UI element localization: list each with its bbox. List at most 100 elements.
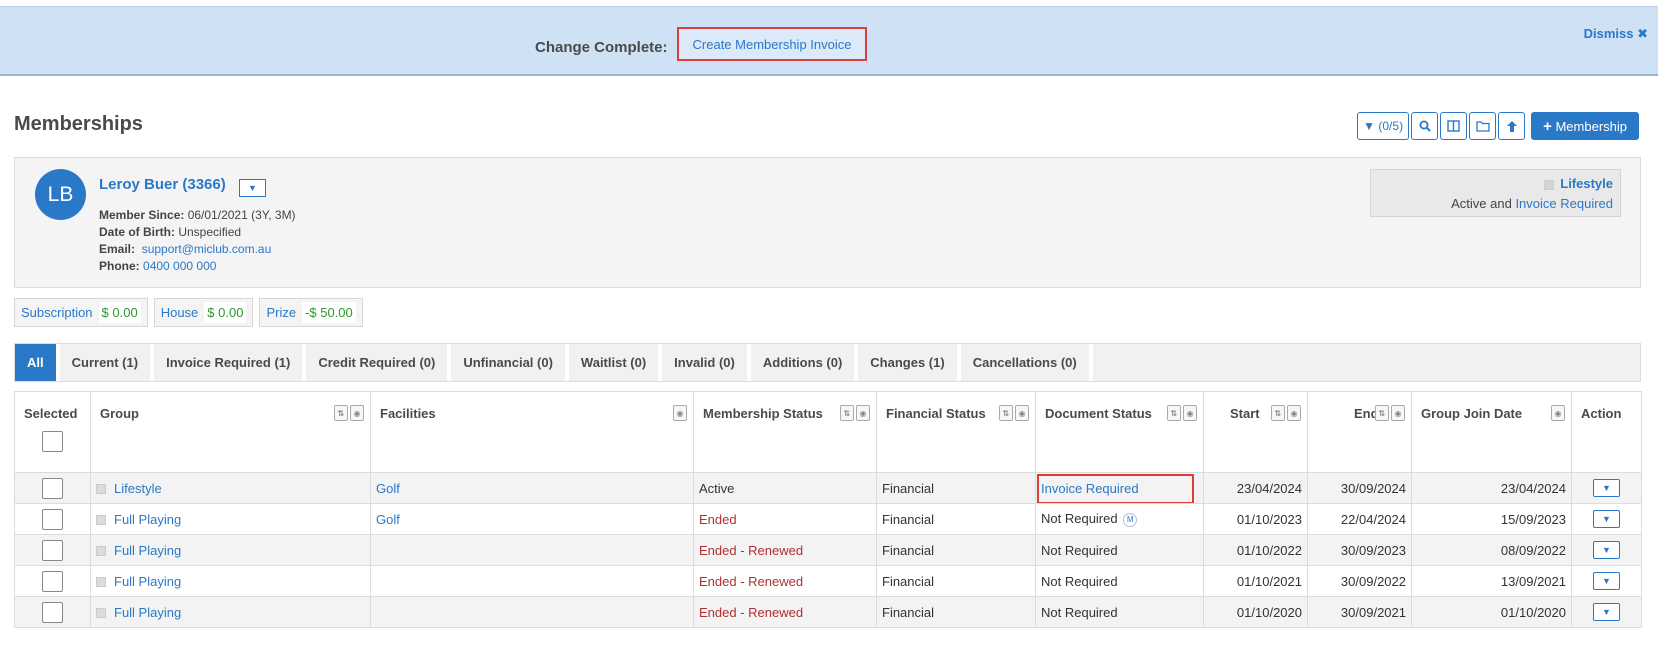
sort-icon[interactable]: ⇅ bbox=[334, 405, 348, 421]
eye-icon[interactable]: ◉ bbox=[1391, 405, 1405, 421]
eye-icon[interactable]: ◉ bbox=[1551, 405, 1565, 421]
tab-current[interactable]: Current (1) bbox=[60, 344, 155, 381]
balance-prize[interactable]: Prize -$ 50.00 bbox=[259, 298, 363, 327]
table-row: Lifestyle Golf Active Financial Invoice … bbox=[14, 472, 1642, 504]
member-name-link[interactable]: Leroy Buer (3366) bbox=[99, 176, 226, 193]
row-action-dropdown[interactable]: ▼ bbox=[1593, 572, 1620, 590]
group-link[interactable]: Full Playing bbox=[114, 605, 181, 620]
header-end: End ⇅ ◉ bbox=[1307, 391, 1412, 473]
row-action-dropdown[interactable]: ▼ bbox=[1593, 479, 1620, 497]
member-card: LB Leroy Buer (3366) ▼ Member Since: 06/… bbox=[14, 157, 1641, 288]
tab-credit-required[interactable]: Credit Required (0) bbox=[306, 344, 452, 381]
end-date: 22/04/2024 bbox=[1340, 511, 1406, 527]
eye-icon[interactable]: ◉ bbox=[350, 405, 364, 421]
tab-changes[interactable]: Changes (1) bbox=[858, 344, 961, 381]
header-financial-status: Financial Status ⇅ ◉ bbox=[876, 391, 1036, 473]
sort-icon[interactable]: ⇅ bbox=[1167, 405, 1181, 421]
phone-link[interactable]: 0400 000 000 bbox=[143, 259, 216, 273]
header-membership-status: Membership Status ⇅ ◉ bbox=[693, 391, 877, 473]
document-status-link[interactable]: Invoice Required bbox=[1041, 481, 1139, 496]
folder-icon bbox=[1475, 121, 1490, 132]
eye-icon[interactable]: ◉ bbox=[1015, 405, 1029, 421]
group-color-swatch bbox=[96, 608, 106, 619]
folder-button[interactable] bbox=[1469, 112, 1497, 140]
header-label: Facilities bbox=[380, 406, 436, 421]
member-since-label: Member Since: bbox=[99, 208, 185, 222]
eye-icon[interactable]: ◉ bbox=[673, 405, 687, 421]
header-label: Financial Status bbox=[886, 406, 986, 421]
row-checkbox[interactable] bbox=[42, 477, 63, 499]
end-date: 30/09/2021 bbox=[1340, 604, 1406, 620]
eye-icon[interactable]: ◉ bbox=[1287, 405, 1301, 421]
create-membership-invoice-link[interactable]: Create Membership Invoice bbox=[677, 27, 867, 61]
caret-down-icon: ▼ bbox=[248, 183, 257, 193]
tab-invalid[interactable]: Invalid (0) bbox=[662, 344, 751, 381]
sort-icon[interactable]: ⇅ bbox=[840, 405, 854, 421]
tab-waitlist[interactable]: Waitlist (0) bbox=[569, 344, 663, 381]
group-color-swatch bbox=[1544, 179, 1555, 190]
membership-status-box: Lifestyle Active and Invoice Required bbox=[1370, 169, 1621, 217]
add-membership-button[interactable]: + Membership bbox=[1531, 112, 1639, 140]
status-group-link[interactable]: Lifestyle bbox=[1560, 176, 1613, 191]
tab-unfinancial[interactable]: Unfinancial (0) bbox=[451, 344, 569, 381]
row-checkbox[interactable] bbox=[42, 601, 63, 623]
balance-value: $ 0.00 bbox=[204, 302, 247, 323]
phone-label: Phone: bbox=[99, 259, 140, 273]
balance-house[interactable]: House $ 0.00 bbox=[153, 298, 254, 327]
row-action-dropdown[interactable]: ▼ bbox=[1593, 541, 1620, 559]
facility-link[interactable]: Golf bbox=[376, 512, 400, 527]
select-all-checkbox[interactable] bbox=[42, 431, 63, 452]
header-selected-label: Selected bbox=[24, 406, 78, 421]
group-link[interactable]: Full Playing bbox=[114, 574, 181, 589]
caret-down-icon: ▼ bbox=[1363, 119, 1376, 133]
group-link[interactable]: Full Playing bbox=[114, 512, 181, 527]
membership-status: Ended bbox=[699, 511, 737, 527]
financial-status: Financial bbox=[882, 511, 935, 527]
eye-icon[interactable]: ◉ bbox=[856, 405, 870, 421]
dob-value: Unspecified bbox=[178, 225, 242, 239]
tab-cancellations[interactable]: Cancellations (0) bbox=[961, 344, 1093, 381]
sort-icon[interactable]: ⇅ bbox=[1271, 405, 1285, 421]
facility-link[interactable]: Golf bbox=[376, 481, 400, 496]
columns-button[interactable] bbox=[1440, 112, 1468, 140]
document-status: Not Required bbox=[1041, 573, 1118, 589]
toolbar: ▼ (0/5) + Membership bbox=[1357, 112, 1639, 140]
end-date: 30/09/2023 bbox=[1340, 542, 1406, 558]
member-options-dropdown[interactable]: ▼ bbox=[239, 179, 266, 197]
start-date: 01/10/2020 bbox=[1236, 604, 1302, 620]
manual-badge: M bbox=[1123, 512, 1138, 527]
header-label: Start bbox=[1230, 406, 1260, 421]
row-checkbox[interactable] bbox=[42, 570, 63, 592]
email-link[interactable]: support@miclub.com.au bbox=[142, 242, 272, 256]
tab-all[interactable]: All bbox=[15, 344, 60, 381]
caret-down-icon: ▼ bbox=[1602, 576, 1611, 586]
table-row: Full Playing Ended - Renewed Financial N… bbox=[14, 596, 1642, 628]
search-button[interactable] bbox=[1411, 112, 1439, 140]
row-checkbox[interactable] bbox=[42, 508, 63, 530]
tab-additions[interactable]: Additions (0) bbox=[751, 344, 859, 381]
caret-down-icon: ▼ bbox=[1602, 545, 1611, 555]
dismiss-button[interactable]: Dismiss ✖ bbox=[1584, 26, 1648, 42]
status-invoice-link[interactable]: Invoice Required bbox=[1515, 196, 1613, 211]
upload-button[interactable] bbox=[1498, 112, 1526, 140]
group-color-swatch bbox=[96, 546, 106, 557]
tab-invoice-required[interactable]: Invoice Required (1) bbox=[154, 344, 307, 381]
sort-icon[interactable]: ⇅ bbox=[999, 405, 1013, 421]
filter-count: (0/5) bbox=[1378, 119, 1404, 133]
sort-icon[interactable]: ⇅ bbox=[1375, 405, 1389, 421]
eye-icon[interactable]: ◉ bbox=[1183, 405, 1197, 421]
arrow-up-icon bbox=[1506, 120, 1517, 132]
group-link[interactable]: Lifestyle bbox=[114, 481, 162, 496]
row-action-dropdown[interactable]: ▼ bbox=[1593, 510, 1620, 528]
balance-subscription[interactable]: Subscription $ 0.00 bbox=[14, 298, 148, 327]
end-date: 30/09/2024 bbox=[1340, 480, 1406, 496]
filter-dropdown-button[interactable]: ▼ (0/5) bbox=[1357, 112, 1410, 140]
table-row: Full Playing Ended - Renewed Financial N… bbox=[14, 565, 1642, 597]
group-color-swatch bbox=[96, 577, 106, 588]
group-link[interactable]: Full Playing bbox=[114, 543, 181, 558]
financial-status: Financial bbox=[882, 480, 935, 496]
row-checkbox[interactable] bbox=[42, 539, 63, 561]
balance-label: House bbox=[160, 305, 199, 320]
start-date: 01/10/2022 bbox=[1236, 542, 1302, 558]
row-action-dropdown[interactable]: ▼ bbox=[1593, 603, 1620, 621]
